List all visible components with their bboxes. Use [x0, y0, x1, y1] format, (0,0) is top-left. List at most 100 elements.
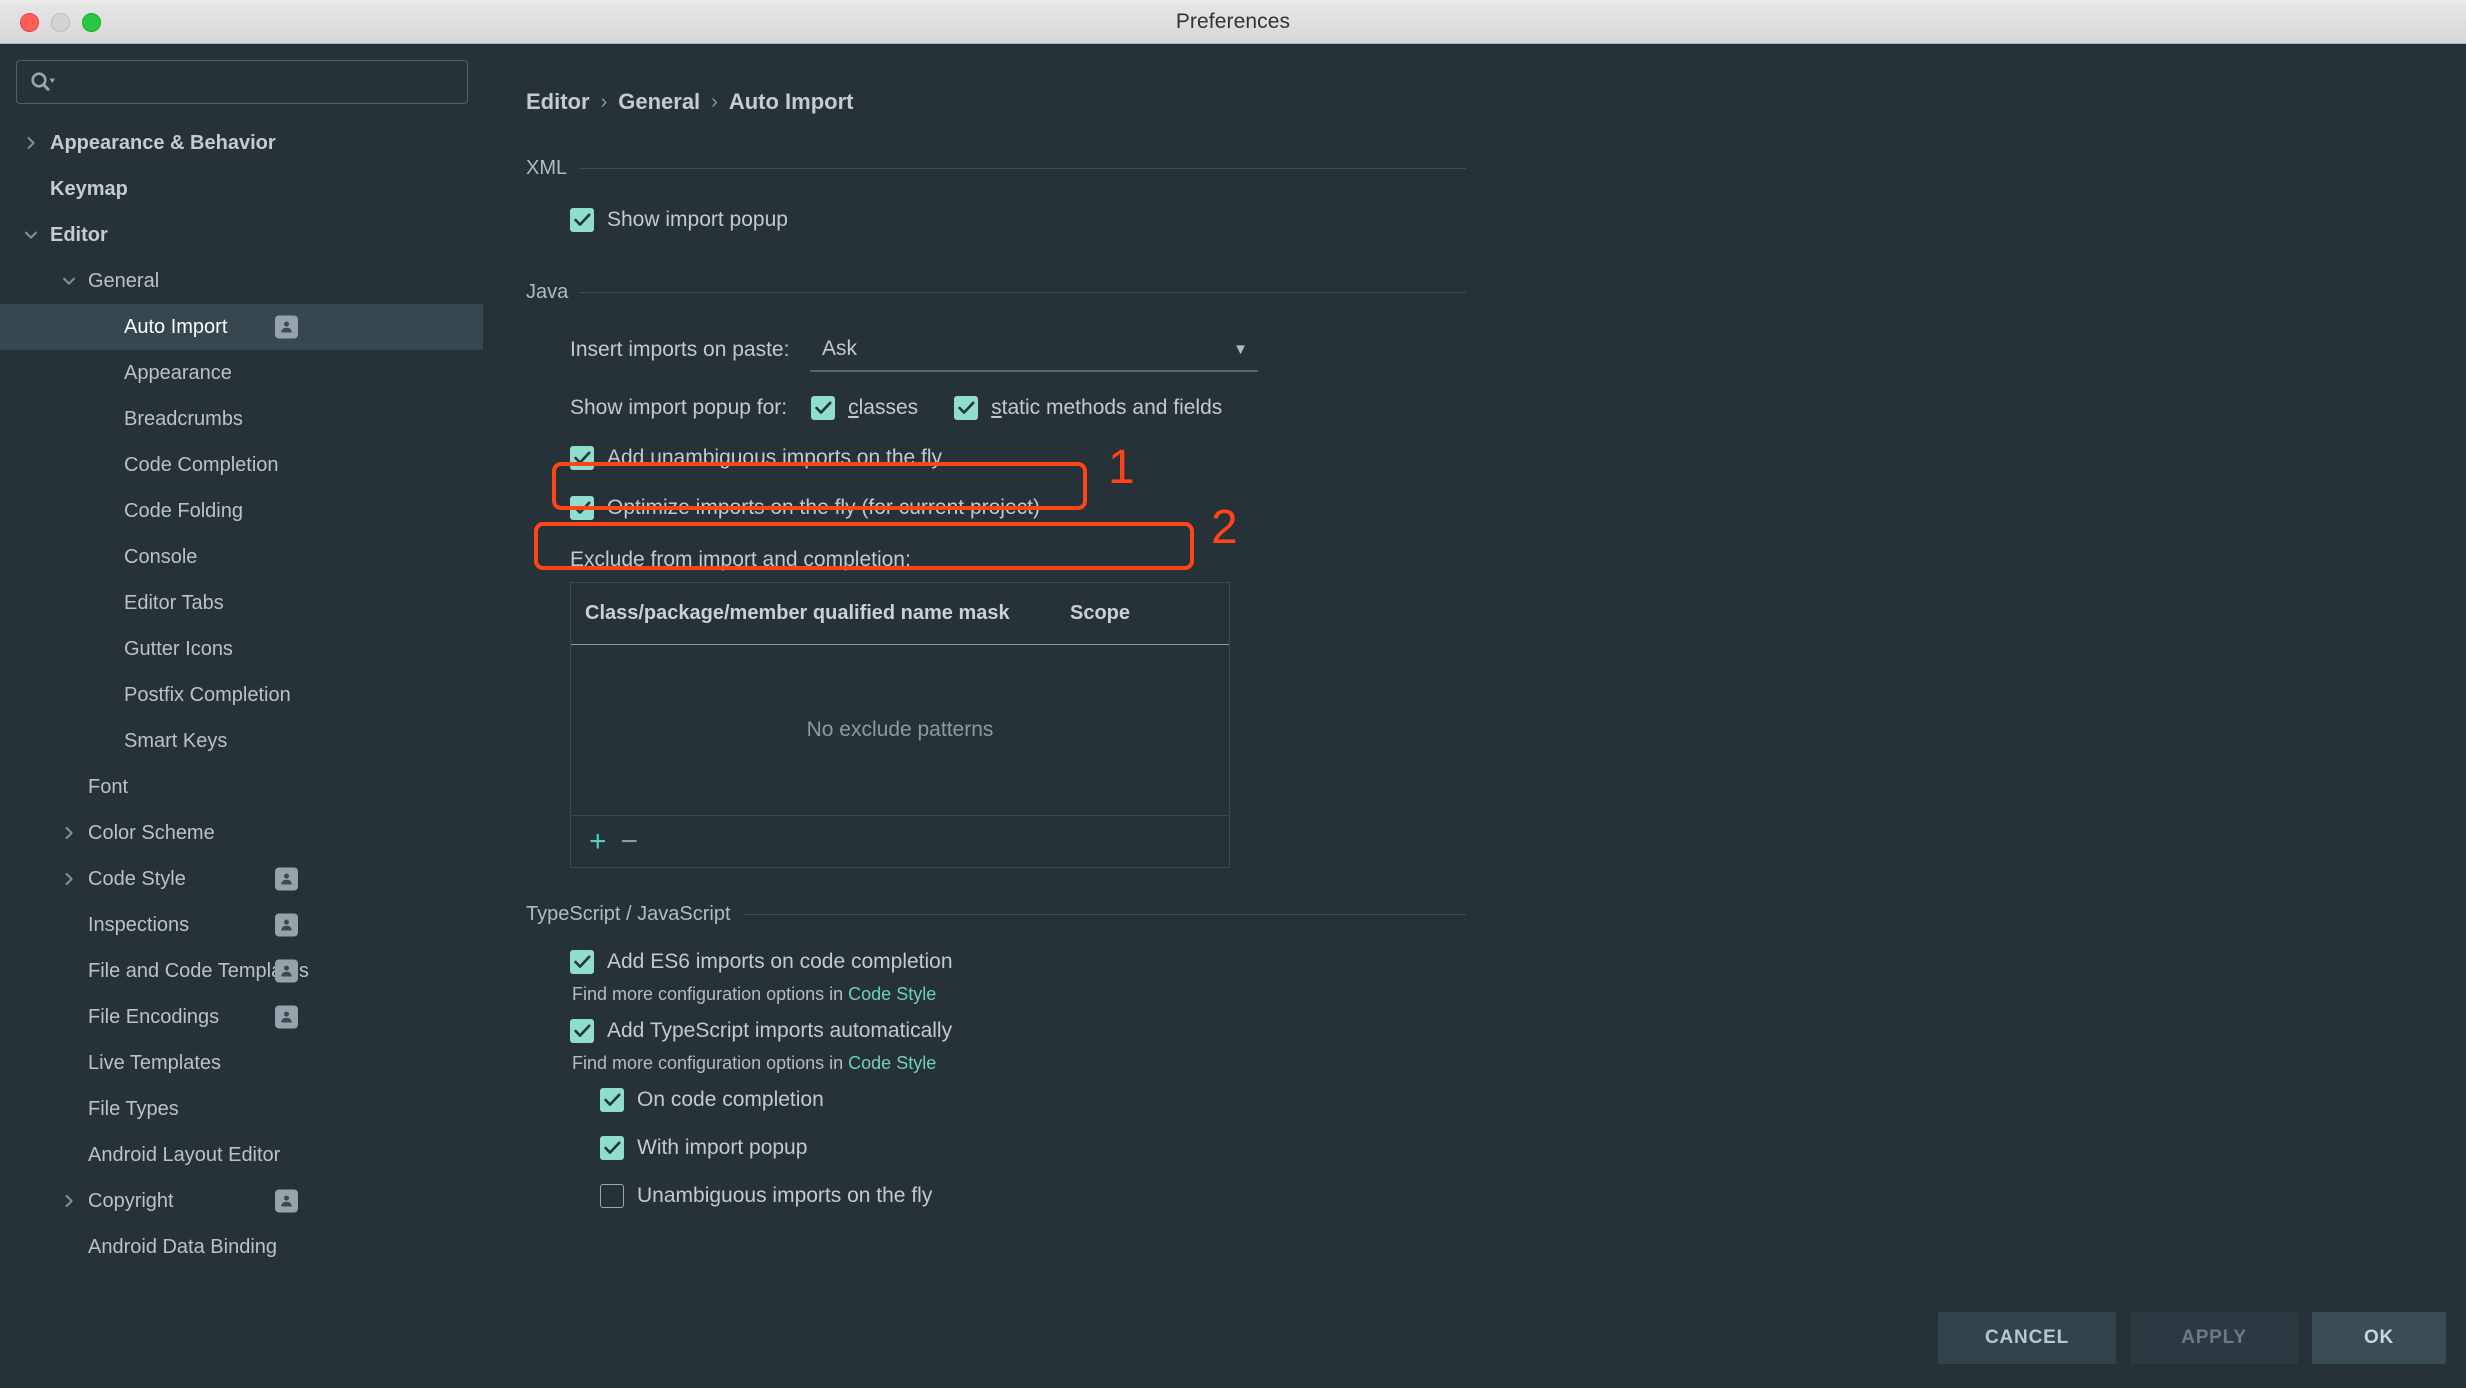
minimize-button-icon[interactable]: [51, 13, 70, 32]
column-header-mask[interactable]: Class/package/member qualified name mask: [585, 602, 1070, 625]
sidebar-item-inspections[interactable]: Inspections: [0, 902, 483, 948]
cancel-button[interactable]: CANCEL: [1938, 1312, 2116, 1364]
sidebar-item-file-and-code-templates[interactable]: File and Code Templates: [0, 948, 483, 994]
add-es6-imports-checkbox[interactable]: [570, 950, 594, 974]
exclude-table-toolbar: + −: [571, 815, 1229, 867]
chevron-right-icon[interactable]: [56, 1192, 82, 1210]
sidebar-item-android-data-binding[interactable]: Android Data Binding: [0, 1224, 483, 1270]
group-java: Java Insert imports on paste: Ask ▼ Show…: [526, 276, 1466, 868]
add-typescript-imports-checkbox[interactable]: [570, 1019, 594, 1043]
sidebar-item-code-folding[interactable]: Code Folding: [0, 488, 483, 534]
sidebar-item-postfix-completion[interactable]: Postfix Completion: [0, 672, 483, 718]
sidebar-item-label: Editor Tabs: [124, 591, 224, 614]
es6-hint-code-style-link[interactable]: Code Style: [848, 984, 936, 1004]
breadcrumb-item-general[interactable]: General: [618, 89, 700, 115]
with-import-popup-row[interactable]: With import popup: [600, 1126, 1466, 1170]
sidebar-item-font[interactable]: Font: [0, 764, 483, 810]
sidebar-item-file-encodings[interactable]: File Encodings: [0, 994, 483, 1040]
column-header-scope[interactable]: Scope: [1070, 602, 1215, 625]
optimize-imports-checkbox[interactable]: [570, 496, 594, 520]
insert-imports-on-paste-dropdown[interactable]: Ask ▼: [810, 328, 1258, 372]
sidebar-item-gutter-icons[interactable]: Gutter Icons: [0, 626, 483, 672]
sidebar-item-general[interactable]: General: [0, 258, 483, 304]
zoom-button-icon[interactable]: [82, 13, 101, 32]
chevron-right-icon[interactable]: [56, 824, 82, 842]
user-profile-badge-icon: [275, 867, 298, 891]
ok-button[interactable]: OK: [2312, 1312, 2446, 1364]
user-profile-badge-icon: [275, 1189, 298, 1213]
add-unambiguous-imports-label: Add unambiguous imports on the fly: [607, 446, 943, 469]
exclude-table-empty-text: No exclude patterns: [806, 718, 994, 741]
add-unambiguous-imports-checkbox[interactable]: [570, 446, 594, 470]
optimize-imports-row[interactable]: Optimize imports on the fly (for current…: [570, 486, 1466, 530]
group-title-ts-js: TypeScript / JavaScript: [526, 902, 731, 925]
add-es6-imports-label: Add ES6 imports on code completion: [607, 950, 953, 973]
static-methods-and-fields-label: static methods and fields: [991, 396, 1222, 420]
chevron-down-icon[interactable]: [18, 226, 44, 244]
sidebar-item-editor[interactable]: Editor: [0, 212, 483, 258]
add-typescript-imports-label: Add TypeScript imports automatically: [607, 1019, 953, 1042]
sidebar-item-live-templates[interactable]: Live Templates: [0, 1040, 483, 1086]
chevron-right-icon[interactable]: [18, 134, 44, 152]
sidebar-item-label: File Types: [88, 1097, 179, 1120]
dialog-footer: CANCEL APPLY OK: [0, 1288, 2466, 1388]
search-input[interactable]: [56, 71, 467, 93]
group-header-ts-js: TypeScript / JavaScript: [526, 898, 1466, 930]
unambiguous-imports-on-the-fly-row[interactable]: Unambiguous imports on the fly: [600, 1174, 1466, 1218]
sidebar-item-appearance-behavior[interactable]: Appearance & Behavior: [0, 120, 483, 166]
close-button-icon[interactable]: [20, 13, 39, 32]
ts-hint-code-style-link[interactable]: Code Style: [848, 1053, 936, 1073]
sidebar-item-label: Auto Import: [124, 315, 228, 338]
on-code-completion-checkbox[interactable]: [600, 1088, 624, 1112]
sidebar-item-label: Code Folding: [124, 499, 243, 522]
sidebar-item-auto-import[interactable]: Auto Import: [0, 304, 483, 350]
sidebar-item-label: Live Templates: [88, 1051, 222, 1074]
sidebar-item-label: Breadcrumbs: [124, 407, 243, 430]
unambiguous-imports-on-the-fly-checkbox[interactable]: [600, 1184, 624, 1208]
breadcrumb-item-editor[interactable]: Editor: [526, 89, 590, 115]
xml-show-import-popup-checkbox[interactable]: [570, 208, 594, 232]
sidebar-item-appearance[interactable]: Appearance: [0, 350, 483, 396]
sidebar-item-label: Appearance & Behavior: [50, 131, 276, 154]
sidebar-item-file-types[interactable]: File Types: [0, 1086, 483, 1132]
sidebar-item-copyright[interactable]: Copyright: [0, 1178, 483, 1224]
with-import-popup-checkbox[interactable]: [600, 1136, 624, 1160]
sidebar-item-label: Editor: [50, 223, 108, 246]
sidebar-item-console[interactable]: Console: [0, 534, 483, 580]
user-profile-badge-icon: [275, 1005, 298, 1029]
static-rest: tatic methods and fields: [1001, 396, 1223, 419]
sidebar-item-label: Postfix Completion: [124, 683, 291, 706]
sidebar-item-code-style[interactable]: Code Style: [0, 856, 483, 902]
remove-pattern-button[interactable]: −: [621, 826, 639, 857]
search-field-wrapper: [16, 60, 468, 104]
sidebar-item-label: File Encodings: [88, 1005, 220, 1028]
sidebar-item-editor-tabs[interactable]: Editor Tabs: [0, 580, 483, 626]
chevron-down-icon[interactable]: [56, 272, 82, 290]
traffic-lights: [20, 13, 101, 32]
apply-button[interactable]: APPLY: [2130, 1312, 2298, 1364]
static-mnemonic: s: [991, 396, 1002, 419]
chevron-right-icon[interactable]: [56, 870, 82, 888]
add-pattern-button[interactable]: +: [589, 826, 607, 857]
sidebar-item-android-layout-editor[interactable]: Android Layout Editor: [0, 1132, 483, 1178]
search-box[interactable]: [16, 60, 468, 104]
sidebar-item-smart-keys[interactable]: Smart Keys: [0, 718, 483, 764]
user-profile-badge-icon: [275, 913, 298, 937]
sidebar-item-breadcrumbs[interactable]: Breadcrumbs: [0, 396, 483, 442]
sidebar-item-code-completion[interactable]: Code Completion: [0, 442, 483, 488]
sidebar-item-label: Console: [124, 545, 198, 568]
add-unambiguous-imports-row[interactable]: Add unambiguous imports on the fly: [570, 436, 1466, 480]
static-methods-and-fields-checkbox[interactable]: [954, 396, 979, 420]
sidebar-item-keymap[interactable]: Keymap: [0, 166, 483, 212]
sidebar-item-label: Smart Keys: [124, 729, 228, 752]
es6-hint-prefix: Find more configuration options in: [572, 984, 849, 1004]
sidebar-item-color-scheme[interactable]: Color Scheme: [0, 810, 483, 856]
annotation-number-1: 1: [1108, 441, 1135, 494]
classes-checkbox[interactable]: [811, 396, 836, 420]
on-code-completion-row[interactable]: On code completion: [600, 1078, 1466, 1122]
add-typescript-imports-row[interactable]: Add TypeScript imports automatically: [570, 1009, 1466, 1053]
xml-show-import-popup-row[interactable]: Show import popup: [570, 198, 1466, 242]
add-es6-imports-row[interactable]: Add ES6 imports on code completion: [570, 940, 1466, 984]
with-import-popup-label: With import popup: [637, 1136, 808, 1159]
sidebar-item-label: Color Scheme: [88, 821, 215, 844]
